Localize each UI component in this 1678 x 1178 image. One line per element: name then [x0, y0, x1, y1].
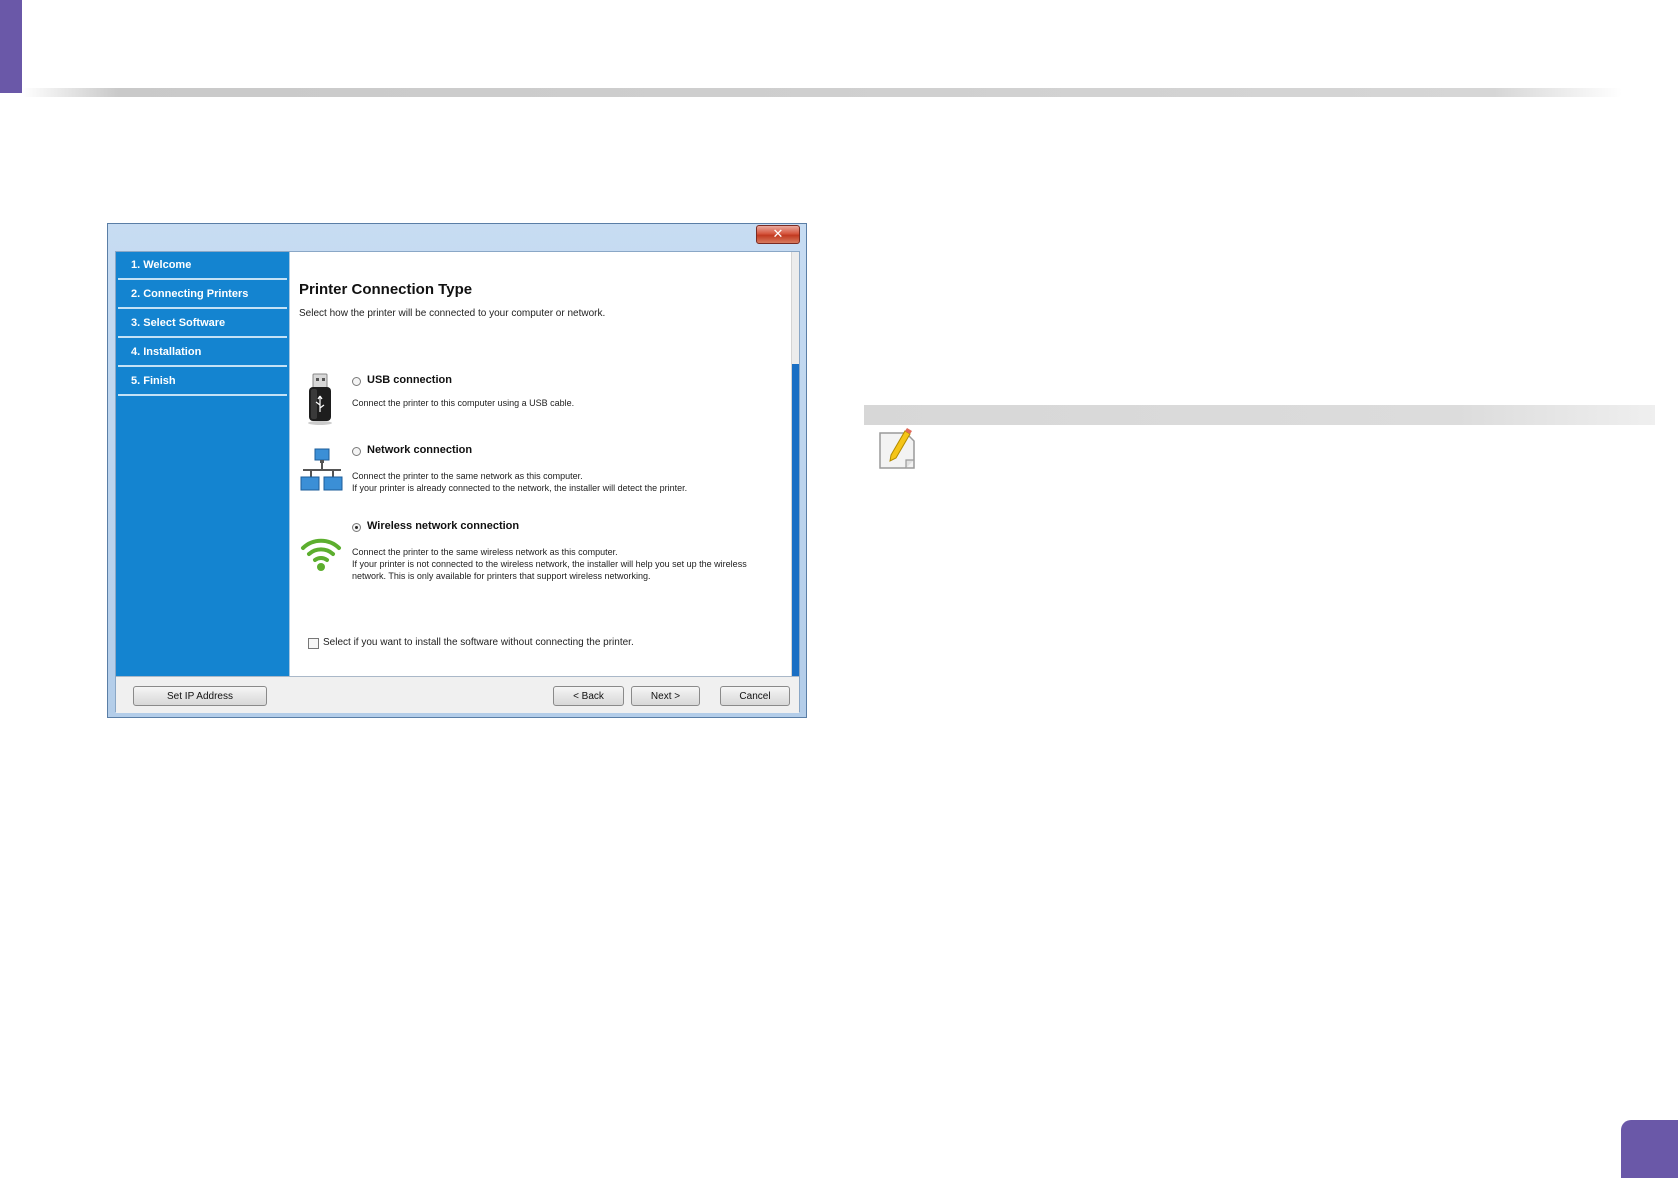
scrollbar-thumb[interactable] [792, 364, 799, 676]
network-connection-radio[interactable] [352, 447, 361, 456]
dialog-footer: Set IP Address < Back Next > Cancel [116, 676, 799, 713]
page-number-badge [1621, 1120, 1678, 1178]
usb-connection-radio[interactable] [352, 377, 361, 386]
close-icon: ✕ [772, 227, 784, 242]
title-bar: ✕ [108, 224, 806, 251]
sidebar-item-finish: 5. Finish [118, 368, 287, 396]
set-ip-address-button[interactable]: Set IP Address [133, 686, 267, 706]
page-accent-bar [0, 0, 22, 93]
network-icon [300, 448, 343, 491]
wireless-connection-radio[interactable] [352, 523, 361, 532]
wireless-connection-label: Wireless network connection [367, 520, 520, 532]
sidebar-item-connecting-printers: 2. Connecting Printers [118, 281, 287, 309]
close-button[interactable]: ✕ [756, 225, 800, 244]
wireless-connection-desc: Connect the printer to the same wireless… [352, 547, 747, 581]
usb-connection-desc: Connect the printer to this computer usi… [352, 398, 575, 408]
header-rule [22, 88, 1622, 97]
vertical-scrollbar[interactable] [791, 252, 799, 676]
content-panel: Printer Connection Type Select how the p… [289, 252, 799, 676]
usb-connection-label: USB connection [367, 374, 452, 386]
cancel-button[interactable]: Cancel [720, 686, 790, 706]
dialog-client-area: 1. Welcome 2. Connecting Printers 3. Sel… [115, 251, 800, 713]
usb-icon [308, 373, 332, 425]
sidebar-item-installation: 4. Installation [118, 339, 287, 367]
wireless-icon [301, 538, 341, 571]
page-subtitle: Select how the printer will be connected… [299, 308, 606, 319]
page-title: Printer Connection Type [299, 281, 473, 298]
note-pencil-icon [879, 428, 915, 469]
sidebar-item-welcome: 1. Welcome [118, 252, 287, 280]
back-button[interactable]: < Back [553, 686, 624, 706]
next-button[interactable]: Next > [631, 686, 700, 706]
network-connection-desc: Connect the printer to the same network … [352, 471, 688, 493]
note-header-bar [864, 405, 1655, 425]
sidebar-item-select-software: 3. Select Software [118, 310, 287, 338]
network-connection-label: Network connection [367, 444, 473, 456]
install-without-connecting-checkbox[interactable] [308, 638, 319, 649]
installer-dialog: ✕ 1. Welcome 2. Connecting Printers 3. S… [107, 223, 807, 718]
install-without-connecting-label: Select if you want to install the softwa… [323, 637, 634, 648]
steps-sidebar: 1. Welcome 2. Connecting Printers 3. Sel… [116, 252, 289, 676]
